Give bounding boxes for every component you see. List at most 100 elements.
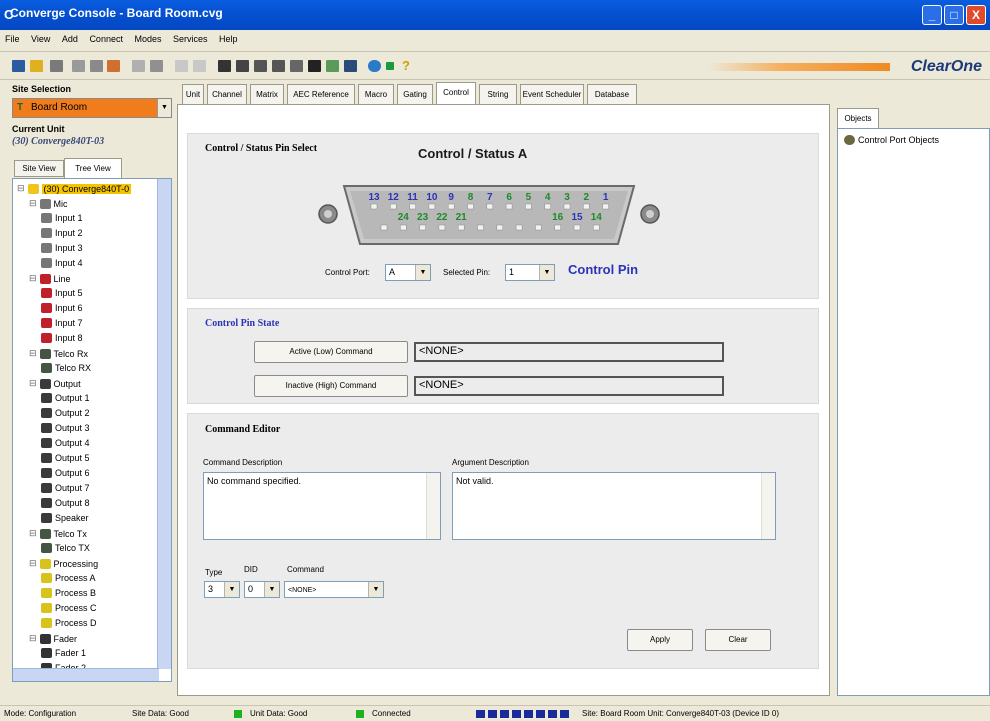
bottom-pin-label[interactable]: 24 [398,212,410,223]
tab-event-scheduler[interactable]: Event Scheduler [520,84,584,104]
tab-database[interactable]: Database [587,84,637,104]
chevron-down-icon[interactable]: ▼ [224,582,239,597]
tree-item[interactable]: ⊟ (30) Converge840T-0 [17,183,132,194]
bottom-pin-label[interactable]: 14 [591,212,603,223]
toolbar-copy-icon[interactable] [132,60,145,72]
tree-item[interactable]: ⊟ Telco Rx [29,348,88,359]
site-select[interactable]: T Board Room ▼ [12,98,172,118]
tab-objects[interactable]: Objects [837,108,879,128]
toolbar-book-icon[interactable] [236,60,249,72]
top-pin-label[interactable]: 9 [448,192,454,203]
tree-item[interactable]: ⊟ Fader [29,633,77,644]
bottom-pin-label[interactable]: 15 [571,212,583,223]
bottom-pin-hole[interactable] [593,224,600,231]
tree-item[interactable]: Telco RX [41,363,91,373]
menu-view[interactable]: View [26,30,54,44]
top-pin-hole[interactable] [409,203,416,210]
active-low-command-button[interactable]: Active (Low) Command [254,341,408,363]
expand-collapse-icon[interactable]: ⊟ [29,348,37,359]
bottom-pin-hole[interactable] [477,224,484,231]
tree-item[interactable]: Process A [41,573,96,583]
maximize-button[interactable]: □ [944,5,964,25]
tree-item[interactable]: ⊟ Processing [29,558,98,569]
toolbar-filter-icon[interactable] [72,60,85,72]
type-select[interactable]: 3 ▼ [204,581,240,598]
tree-item[interactable]: ⊟ Mic [29,198,68,209]
argument-description-scrollbar[interactable] [761,473,775,539]
toolbar-refresh-icon[interactable] [107,60,120,72]
tree-item[interactable]: Output 5 [41,453,90,463]
inactive-command-field[interactable]: <NONE> [414,376,724,396]
help-icon[interactable]: ? [402,58,410,73]
chevron-down-icon[interactable]: ▼ [157,99,171,117]
tree-item[interactable]: Output 2 [41,408,90,418]
bottom-pin-label[interactable]: 21 [456,212,468,223]
top-pin-hole[interactable] [370,203,378,210]
tree-item[interactable]: Output 4 [41,438,90,448]
top-pin-hole[interactable] [563,203,571,210]
tree-item[interactable]: Input 8 [41,333,83,343]
apply-button[interactable]: Apply [627,629,693,651]
top-pin-label[interactable]: 3 [564,192,570,203]
expand-collapse-icon[interactable]: ⊟ [17,183,25,194]
bottom-pin-hole[interactable] [496,224,504,231]
tab-matrix[interactable]: Matrix [250,84,284,104]
tab-string[interactable]: String [479,84,517,104]
top-pin-label[interactable]: 13 [368,192,380,203]
expand-collapse-icon[interactable]: ⊟ [29,558,37,569]
toolbar-save-icon[interactable] [50,60,63,72]
bottom-pin-label[interactable]: 23 [417,212,429,223]
toolbar-network-icon[interactable] [368,60,381,72]
expand-collapse-icon[interactable]: ⊟ [29,633,37,644]
did-select[interactable]: 0 ▼ [244,581,280,598]
top-pin-label[interactable]: 5 [526,192,532,203]
top-pin-label[interactable]: 6 [506,192,512,203]
tree-item[interactable]: Process C [41,603,97,613]
tree-vertical-scrollbar[interactable] [157,179,171,669]
tree-item[interactable]: Output 3 [41,423,90,433]
close-button[interactable]: X [966,5,986,25]
inactive-high-command-button[interactable]: Inactive (High) Command [254,375,408,397]
tree-item[interactable]: Input 7 [41,318,83,328]
tree-item[interactable]: ⊟ Telco Tx [29,528,87,539]
top-pin-label[interactable]: 12 [388,192,400,203]
tree-item[interactable]: Output 7 [41,483,90,493]
chevron-down-icon[interactable]: ▼ [415,265,430,280]
bottom-pin-label[interactable]: 22 [436,212,448,223]
tree-item[interactable]: ⊟ Line [29,273,71,284]
top-pin-hole[interactable] [505,203,513,210]
tab-gating[interactable]: Gating [397,84,433,104]
toolbar-new-icon[interactable] [12,60,25,72]
clear-button[interactable]: Clear [705,629,771,651]
top-pin-label[interactable]: 7 [487,192,493,203]
toolbar-filter2-icon[interactable] [90,60,103,72]
tree-horizontal-scrollbar[interactable] [13,668,159,681]
top-pin-hole[interactable] [544,203,551,210]
menu-connect[interactable]: Connect [84,30,127,44]
top-pin-hole[interactable] [467,203,474,210]
top-pin-hole[interactable] [390,203,397,210]
toolbar-status-icon[interactable] [386,62,394,70]
object-item[interactable]: Control Port Objects [844,135,939,145]
tab-macro[interactable]: Macro [358,84,394,104]
top-pin-label[interactable]: 1 [603,192,609,203]
menu-file[interactable]: File [0,30,24,44]
tree-item[interactable]: Input 3 [41,243,83,253]
bottom-pin-label[interactable]: 19 [494,212,506,223]
bottom-pin-hole[interactable] [535,224,542,231]
tree-item[interactable]: Output 6 [41,468,90,478]
bottom-pin-hole[interactable] [573,224,581,231]
bottom-pin-hole[interactable] [400,224,407,231]
chevron-down-icon[interactable]: ▼ [539,265,554,280]
bottom-pin-hole[interactable] [419,224,426,231]
top-pin-label[interactable]: 4 [545,192,551,203]
tree-item[interactable]: Telco TX [41,543,90,553]
bottom-pin-hole[interactable] [438,224,446,231]
toolbar-grid-icon[interactable] [175,60,188,72]
menu-modes[interactable]: Modes [129,30,165,44]
control-port-select[interactable]: A ▼ [385,264,431,281]
tab-unit[interactable]: Unit [182,84,204,104]
selected-pin-select[interactable]: 1 ▼ [505,264,555,281]
toolbar-matrix-icon[interactable] [218,60,231,72]
bottom-pin-hole[interactable] [380,224,388,231]
